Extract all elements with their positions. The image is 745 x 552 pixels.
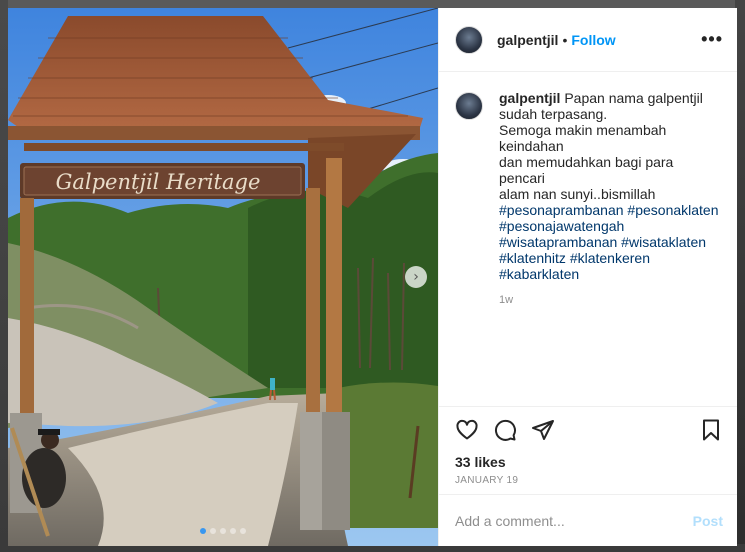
header-username[interactable]: galpentjil [497, 32, 558, 48]
hashtag-line-3[interactable]: #wisataprambanan #wisataklaten [499, 234, 721, 250]
comment-input[interactable] [455, 512, 693, 529]
post-modal: Galpentjil Heritage › galpentjil • Follo… [8, 8, 737, 546]
hashtag-line-1[interactable]: #pesonaprambanan #pesonaklaten [499, 202, 721, 218]
post-image: Galpentjil Heritage › [8, 8, 438, 546]
caption-area: galpentjil Papan nama galpentjil sudah t… [439, 72, 737, 406]
slide-dot [220, 528, 226, 534]
hashtag-line-2[interactable]: #pesonajawatengah [499, 218, 721, 234]
sign-text: Galpentjil Heritage [56, 170, 261, 194]
action-bar [439, 406, 737, 452]
backdrop-left [0, 0, 8, 552]
caption-line-3: Semoga makin menambah keindahan [499, 122, 667, 154]
caption-line-2: sudah terpasang. [499, 106, 608, 122]
caption: galpentjil Papan nama galpentjil sudah t… [499, 90, 721, 406]
slide-dot [240, 528, 246, 534]
post-comment-button[interactable]: Post [693, 513, 723, 529]
next-slide-button[interactable]: › [405, 266, 427, 288]
chevron-right-icon: › [413, 269, 419, 285]
caption-username[interactable]: galpentjil [499, 90, 560, 106]
bookmark-icon[interactable] [699, 418, 723, 442]
slide-dot [200, 528, 206, 534]
caption-line-1: Papan nama galpentjil [564, 90, 703, 106]
slide-dot [230, 528, 236, 534]
caption-avatar[interactable] [455, 92, 483, 120]
post-photo-scene: Galpentjil Heritage [8, 8, 438, 546]
comment-bar: Post [439, 494, 737, 546]
more-horizontal-icon[interactable]: ••• [701, 29, 723, 50]
slide-indicator [8, 528, 438, 534]
post-date: JANUARY 19 [455, 475, 519, 486]
avatar[interactable] [455, 25, 483, 54]
slide-dot [210, 528, 216, 534]
post-header: galpentjil • Follow ••• [439, 8, 737, 72]
paper-plane-icon[interactable] [531, 418, 555, 442]
hashtag-line-4[interactable]: #klatenhitz #klatenkeren #kabarklaten [499, 250, 721, 282]
caption-line-4: dan memudahkan bagi para pencari [499, 154, 674, 186]
heart-icon[interactable] [455, 418, 479, 442]
post-sidebar: galpentjil • Follow ••• galpentjil Papan… [438, 8, 737, 546]
header-separator: • [562, 31, 568, 48]
caption-line-5: alam nan sunyi..bismillah [499, 186, 656, 202]
comment-icon[interactable] [493, 418, 517, 442]
likes-count[interactable]: 33 likes [439, 452, 737, 472]
follow-button[interactable]: Follow [571, 32, 615, 48]
caption-time[interactable]: 1w [499, 292, 721, 308]
